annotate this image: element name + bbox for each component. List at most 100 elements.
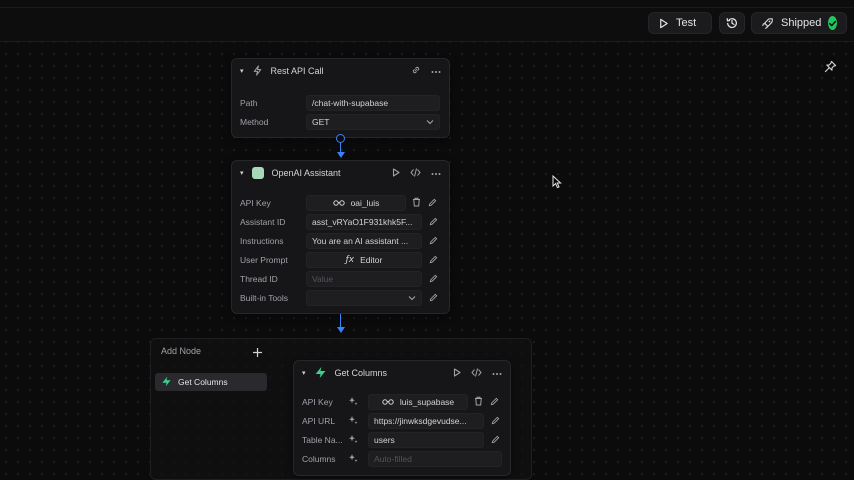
editor-label: Editor (360, 255, 383, 265)
pencil-icon[interactable] (429, 293, 438, 304)
thread-id-label: Thread ID (240, 274, 278, 284)
api-key-field[interactable]: luis_supabase (368, 394, 468, 410)
sparkle-icon (348, 396, 368, 408)
test-button[interactable]: Test (648, 12, 712, 34)
pencil-icon[interactable] (429, 236, 438, 247)
code-icon[interactable] (471, 367, 482, 379)
user-prompt-editor-button[interactable]: ƒx Editor (306, 252, 422, 268)
built-in-tools-row: Built-in Tools (240, 290, 438, 306)
chevron-down-icon[interactable]: ▾ (302, 369, 306, 377)
built-in-tools-label: Built-in Tools (240, 293, 289, 303)
pencil-icon[interactable] (490, 397, 499, 408)
assistant-id-field[interactable]: asst_vRYaO1F931khk5F... (306, 214, 422, 230)
top-toolbar: Test Shipped (0, 0, 854, 42)
api-key-row: API Key oai_luis (240, 195, 437, 211)
rocket-icon (761, 17, 774, 30)
supabase-icon (314, 366, 327, 381)
instructions-field[interactable]: You are an AI assistant ... (306, 233, 422, 249)
more-icon[interactable] (492, 368, 502, 378)
chevron-down-icon (426, 117, 434, 127)
api-key-value: luis_supabase (399, 397, 455, 407)
method-label: Method (240, 117, 269, 127)
path-label: Path (240, 98, 258, 108)
bolt-icon (252, 64, 263, 78)
history-icon (725, 16, 739, 30)
api-url-label: API URL (302, 416, 336, 426)
method-value: GET (312, 117, 330, 127)
thread-id-input[interactable]: Value (306, 271, 422, 287)
play-icon[interactable] (392, 167, 400, 179)
api-key-row: API Key luis_supabase (302, 394, 499, 410)
shipped-button[interactable]: Shipped (751, 12, 847, 34)
more-icon[interactable] (431, 66, 441, 76)
top-divider (0, 7, 854, 8)
play-icon[interactable] (453, 367, 461, 379)
node-header: ▾ Get Columns (294, 361, 510, 385)
code-icon[interactable] (410, 167, 421, 179)
node-header: ▾ OpenAI Assistant (232, 161, 449, 185)
api-key-label: API Key (240, 198, 271, 208)
api-url-field[interactable]: https://jinwksdgevudse... (368, 413, 484, 429)
shipped-label: Shipped (781, 17, 822, 29)
more-icon[interactable] (431, 168, 441, 178)
instructions-row: Instructions You are an AI assistant ... (240, 233, 438, 249)
path-row: Path /chat-with-supabase (240, 95, 440, 111)
trash-icon[interactable] (474, 396, 483, 408)
sparkle-icon (348, 453, 368, 465)
pencil-icon[interactable] (428, 198, 437, 209)
sparkle-icon (348, 434, 368, 446)
link-icon[interactable] (411, 65, 421, 77)
openai-icon (251, 167, 264, 179)
columns-row: Columns Auto-filled (302, 451, 502, 467)
pin-button[interactable] (819, 58, 841, 80)
api-url-row: API URL https://jinwksdgevudse... (302, 413, 500, 429)
get-columns-node[interactable]: ▾ Get Columns API Key luis_supabase API … (293, 360, 511, 476)
connector-port[interactable] (336, 134, 345, 143)
connector-arrow (337, 152, 345, 158)
api-key-value: oai_luis (350, 198, 380, 208)
thread-id-row: Thread ID Value (240, 271, 438, 287)
pin-icon (824, 60, 837, 78)
plus-icon (252, 345, 263, 362)
node-title: Rest API Call (270, 66, 324, 76)
pencil-icon[interactable] (491, 435, 500, 446)
table-name-label: Table Na... (302, 435, 343, 445)
play-icon (658, 18, 669, 29)
chevron-down-icon[interactable]: ▾ (240, 169, 244, 177)
assistant-id-row: Assistant ID asst_vRYaO1F931khk5F... (240, 214, 438, 230)
built-in-tools-select[interactable] (306, 290, 422, 306)
instructions-label: Instructions (240, 236, 284, 246)
history-button[interactable] (719, 12, 745, 34)
table-name-row: Table Na... users (302, 432, 500, 448)
user-prompt-row: User Prompt ƒx Editor (240, 252, 438, 268)
pencil-icon[interactable] (491, 416, 500, 427)
method-select[interactable]: GET (306, 114, 440, 130)
function-icon: ƒx (345, 255, 355, 265)
openai-assistant-node[interactable]: ▾ OpenAI Assistant API Key oai_luis Assi… (231, 160, 450, 314)
glasses-icon (332, 198, 345, 208)
connector-arrow (337, 327, 345, 333)
pencil-icon[interactable] (429, 255, 438, 266)
node-title: Get Columns (334, 368, 388, 378)
chevron-down-icon (408, 293, 416, 303)
add-node-title: Add Node (161, 346, 202, 356)
api-key-field[interactable]: oai_luis (306, 195, 406, 211)
glasses-icon (382, 397, 394, 407)
node-header: ▾ Rest API Call (232, 59, 449, 83)
rest-api-call-node[interactable]: ▾ Rest API Call Path /chat-with-supabase… (231, 58, 450, 138)
table-name-field[interactable]: users (368, 432, 484, 448)
pencil-icon[interactable] (429, 274, 438, 285)
columns-field[interactable]: Auto-filled (368, 451, 502, 467)
columns-label: Columns (302, 454, 336, 464)
sidebar-item-label: Get Columns (178, 377, 228, 387)
supabase-icon (161, 376, 172, 389)
sidebar-item-get-columns[interactable]: Get Columns (155, 373, 267, 391)
trash-icon[interactable] (412, 197, 421, 209)
assistant-id-label: Assistant ID (240, 217, 286, 227)
test-button-label: Test (676, 17, 697, 29)
pencil-icon[interactable] (429, 217, 438, 228)
add-node-button[interactable] (252, 345, 264, 357)
chevron-down-icon[interactable]: ▾ (240, 67, 244, 75)
mouse-cursor (552, 174, 562, 194)
path-input[interactable]: /chat-with-supabase (306, 95, 440, 111)
